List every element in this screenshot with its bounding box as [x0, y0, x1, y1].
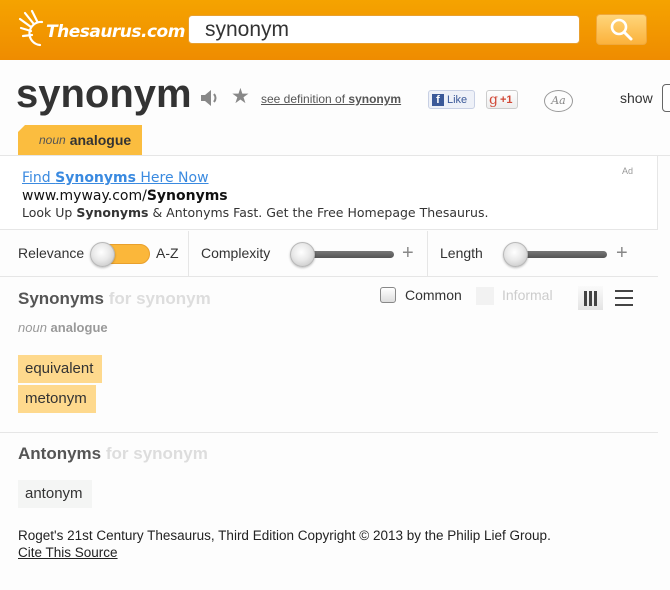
see-definition-word: synonym [348, 92, 402, 106]
list-view-icon-bar [615, 304, 633, 306]
see-definition-link[interactable]: see definition of synonym [261, 92, 401, 106]
google-plus-icon: g [489, 91, 498, 108]
site-header: Thesaurus.com [0, 0, 670, 60]
ad-url[interactable]: www.myway.com/Synonyms [22, 188, 228, 204]
synonyms-heading: Synonyms for synonym [18, 289, 211, 309]
font-size-button[interactable]: Aa [544, 90, 573, 112]
column-view-icon [584, 290, 587, 306]
headword: synonym [16, 72, 192, 116]
google-plus-button[interactable]: g +1 [486, 90, 518, 109]
complexity-label: Complexity [201, 245, 271, 261]
length-plus-icon[interactable]: + [616, 242, 628, 265]
filter-separator [188, 231, 189, 277]
gplus-label: +1 [499, 93, 513, 106]
antonyms-for-text: for synonym [105, 444, 208, 463]
list-view-icon-bar [615, 297, 633, 299]
synonyms-sense-word: analogue [50, 320, 108, 335]
synonym-chip[interactable]: metonym [18, 385, 96, 413]
common-label: Common [405, 287, 462, 303]
length-label: Length [440, 245, 483, 261]
synonyms-title: Synonyms [18, 289, 104, 308]
ad-title-pre: Find [22, 170, 56, 186]
logo-text: Thesaurus.com [46, 22, 185, 42]
ad-label: Ad [622, 166, 634, 176]
antonyms-heading: Antonyms for synonym [18, 444, 208, 464]
show-label: show [620, 90, 653, 106]
facebook-icon: f [432, 93, 444, 106]
ad-desc-post: & Antonyms Fast. Get the Free Homepage T… [148, 205, 489, 220]
synonyms-sense: noun analogue [18, 320, 108, 335]
copyright-text: Roget's 21st Century Thesaurus, Third Ed… [18, 528, 551, 543]
search-box[interactable] [188, 15, 580, 44]
thesaurus-logo[interactable]: Thesaurus.com [18, 8, 185, 50]
ad-url-pre: www.myway.com/ [22, 188, 147, 204]
fb-like-label: Like [447, 93, 468, 106]
show-select[interactable] [662, 84, 670, 112]
search-button[interactable] [596, 14, 647, 45]
magnifier-icon [610, 18, 632, 40]
synonym-chip[interactable]: equivalent [18, 355, 103, 383]
sense-tab-sense: analogue [69, 132, 132, 148]
list-view-button[interactable] [615, 290, 633, 306]
synonyms-sense-pos: noun [18, 320, 47, 335]
ad-url-bold: Synonyms [146, 188, 228, 204]
sense-tab[interactable]: noun analogue [18, 125, 142, 155]
complexity-plus-icon[interactable]: + [402, 242, 414, 265]
informal-label: Informal [502, 287, 553, 303]
sense-tab-pos: noun [39, 133, 66, 147]
see-definition-prefix: see definition of [261, 92, 349, 106]
ad-description: Look Up Synonyms & Antonyms Fast. Get th… [22, 205, 488, 220]
filter-bar: Relevance A-Z Complexity + Length + [0, 231, 658, 277]
antonym-chip[interactable]: antonym [18, 480, 92, 508]
sun-logo-icon [18, 9, 44, 47]
common-checkbox[interactable] [380, 287, 396, 303]
complexity-slider[interactable] [290, 242, 396, 267]
column-view-icon-bar [589, 290, 592, 306]
ad-title-bold: Synonyms [55, 170, 136, 186]
list-view-icon [615, 290, 633, 292]
speaker-icon[interactable] [200, 89, 222, 107]
column-view-button[interactable] [578, 286, 603, 310]
filter-separator [427, 231, 428, 277]
divider [0, 432, 658, 433]
cite-source-link[interactable]: Cite This Source [18, 545, 118, 560]
informal-checkbox[interactable] [476, 287, 494, 305]
search-input[interactable] [189, 16, 579, 43]
facebook-like-button[interactable]: f Like [428, 90, 475, 109]
az-label: A-Z [156, 245, 179, 261]
antonyms-title: Antonyms [18, 444, 102, 463]
sort-toggle[interactable] [90, 242, 150, 267]
sort-toggle-knob[interactable] [90, 242, 115, 267]
complexity-slider-knob[interactable] [290, 242, 315, 267]
column-view-icon-bar [594, 290, 597, 306]
length-slider-knob[interactable] [503, 242, 528, 267]
ad-desc-bold: Synonyms [76, 205, 149, 220]
relevance-label: Relevance [18, 245, 85, 261]
ad-title-post: Here Now [135, 170, 209, 186]
ad-desc-pre: Look Up [22, 205, 77, 220]
synonyms-for-text: for synonym [108, 289, 211, 308]
ad-block: Find Synonyms Here Now www.myway.com/Syn… [0, 156, 658, 230]
star-icon[interactable]: ★ [231, 86, 250, 107]
length-slider[interactable] [503, 242, 609, 267]
ad-title-link[interactable]: Find Synonyms Here Now [22, 170, 209, 186]
